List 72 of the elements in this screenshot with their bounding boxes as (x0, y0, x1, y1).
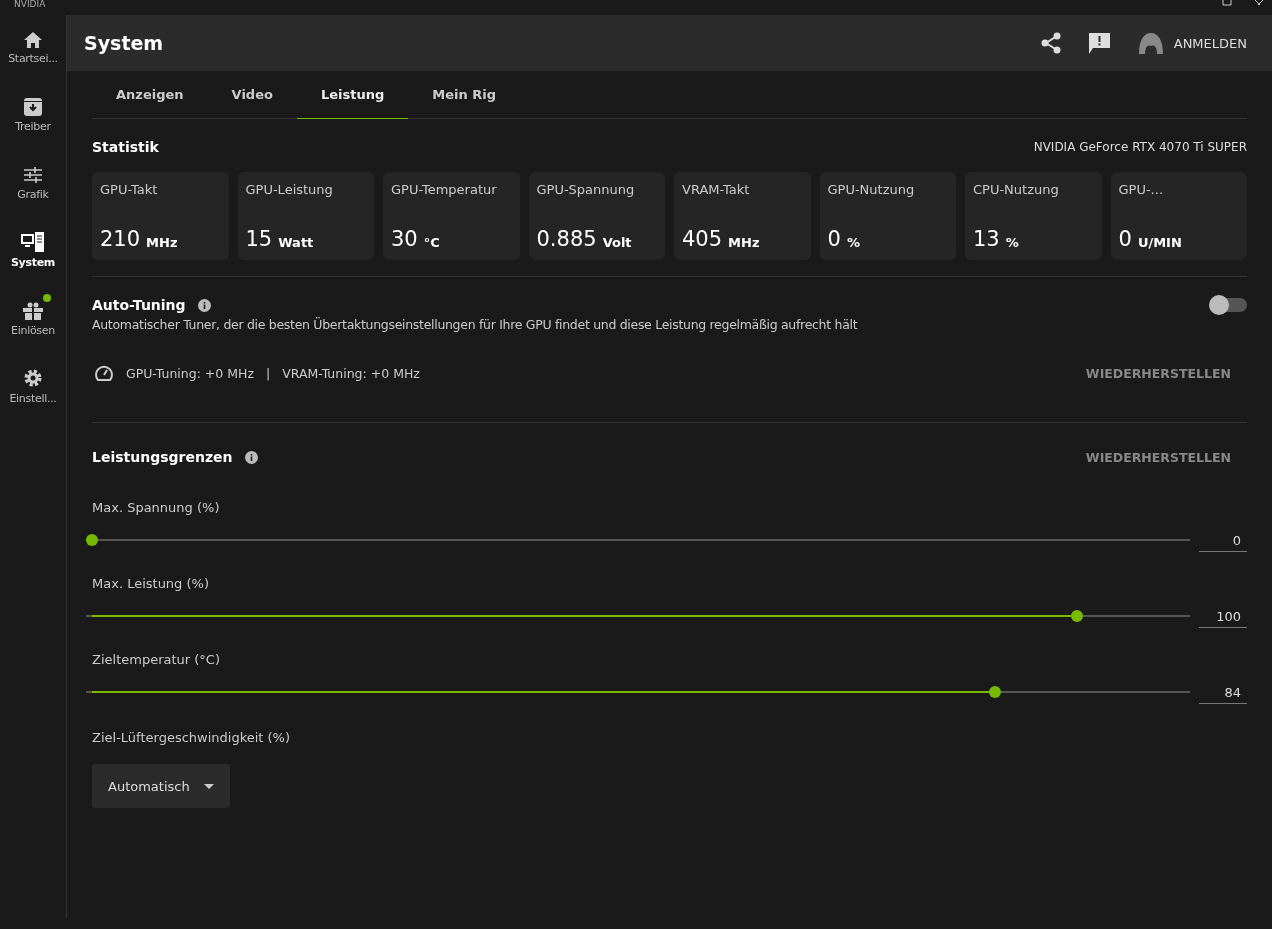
slider-thumb[interactable] (86, 533, 98, 546)
vram-tuning-text: VRAM-Tuning: +0 MHz (282, 365, 420, 381)
separator-text: | (266, 365, 271, 381)
sidebar-item[interactable]: Startsei... (0, 24, 67, 92)
section-title: Statistik (92, 139, 159, 155)
tab[interactable]: Video (207, 71, 297, 119)
stat-value: 13 (973, 229, 1000, 250)
speedometer-icon (94, 364, 114, 382)
sidebar-item[interactable]: Einstell... (0, 364, 67, 432)
slider-label: Max. Spannung (%) (92, 500, 221, 515)
share-icon[interactable] (1040, 32, 1061, 54)
reset-button[interactable]: WIEDERHERSTELLEN (1085, 365, 1247, 381)
stat-value: 30 (391, 229, 418, 250)
feedback-icon[interactable] (1088, 32, 1110, 54)
reset-button[interactable]: WIEDERHERSTELLEN (1085, 449, 1247, 465)
stat-label: GPU-Takt (100, 182, 159, 197)
tab[interactable]: Anzeigen (92, 71, 208, 119)
fan-speed-label: Ziel-Lüftergeschwindigkeit (%) (92, 730, 292, 745)
section-title: Leistungsgrenzen (92, 449, 233, 465)
stat-label: CPU-Nutzung (973, 182, 1060, 197)
toggle-switch[interactable] (1211, 298, 1247, 312)
stat-unit: Volt (602, 235, 633, 250)
stat-unit: MHz (146, 235, 179, 250)
stat-label: GPU-... (1118, 182, 1165, 197)
gpu-name: NVIDIA GeForce RTX 4070 Ti SUPER (1033, 140, 1247, 154)
stat-unit: °C (423, 235, 441, 250)
maximize-icon[interactable] (1222, 0, 1232, 6)
stat-value: 0.885 (536, 229, 597, 250)
sidebar-item[interactable]: Einlösen (0, 296, 67, 364)
stat-unit: MHz (728, 235, 761, 250)
stat-unit: % (1005, 235, 1020, 250)
stat-unit: U/MIN (1137, 235, 1183, 250)
description-text: Automatischer Tuner, der die besten Übertaktungseinstellungen für Ihre GPU findet und diese Leistung regelmäßig aufrecht hält (92, 317, 859, 332)
home-icon (24, 32, 42, 48)
slider-thumb[interactable] (1070, 609, 1083, 622)
gpu-tuning-text: GPU-Tuning: +0 MHz (126, 365, 254, 381)
caret-icon (203, 783, 214, 789)
stat-unit: % (846, 235, 861, 250)
sidebar-item[interactable]: System (0, 228, 67, 296)
slider-label: Max. Leistung (%) (92, 576, 210, 591)
page-title: System (84, 32, 164, 54)
stat-label: GPU-Temperatur (391, 182, 498, 197)
tab[interactable]: Mein Rig (408, 71, 520, 119)
slider-value-field[interactable]: 0 (1199, 527, 1247, 552)
computer-icon (21, 232, 45, 252)
slider-label: Zieltemperatur (°C) (92, 652, 221, 667)
info-icon[interactable] (197, 298, 211, 312)
stat-label: VRAM-Takt (682, 182, 751, 197)
sidebar-item[interactable]: Treiber (0, 92, 67, 160)
settings-icon (23, 368, 43, 388)
stat-value: 0 (1118, 229, 1132, 250)
section-title: Auto-Tuning (92, 297, 186, 313)
gift-icon (23, 302, 43, 320)
stat-unit: Watt (278, 235, 315, 250)
stat-value: 0 (827, 229, 841, 250)
sliders-icon (24, 166, 42, 184)
info-icon[interactable] (244, 450, 258, 464)
slider-value-field[interactable]: 100 (1199, 603, 1247, 628)
sidebar-item[interactable]: Grafik (0, 160, 67, 228)
tab[interactable]: Leistung (296, 71, 409, 119)
stat-value: 210 (100, 229, 141, 250)
stat-label: GPU-Nutzung (827, 182, 916, 197)
stat-label: GPU-Spannung (536, 182, 636, 197)
window-title: NVIDIA (14, 0, 46, 9)
sign-in-button[interactable]: ANMELDEN (1137, 32, 1247, 54)
slider-value-field[interactable]: 84 (1199, 679, 1247, 704)
stat-label: GPU-Leistung (245, 182, 334, 197)
stat-value: 15 (245, 229, 273, 250)
download-icon (24, 98, 42, 116)
stat-value: 405 (682, 229, 723, 250)
fan-speed-dropdown[interactable]: Automatisch (92, 764, 230, 808)
slider-thumb[interactable] (989, 685, 1002, 698)
